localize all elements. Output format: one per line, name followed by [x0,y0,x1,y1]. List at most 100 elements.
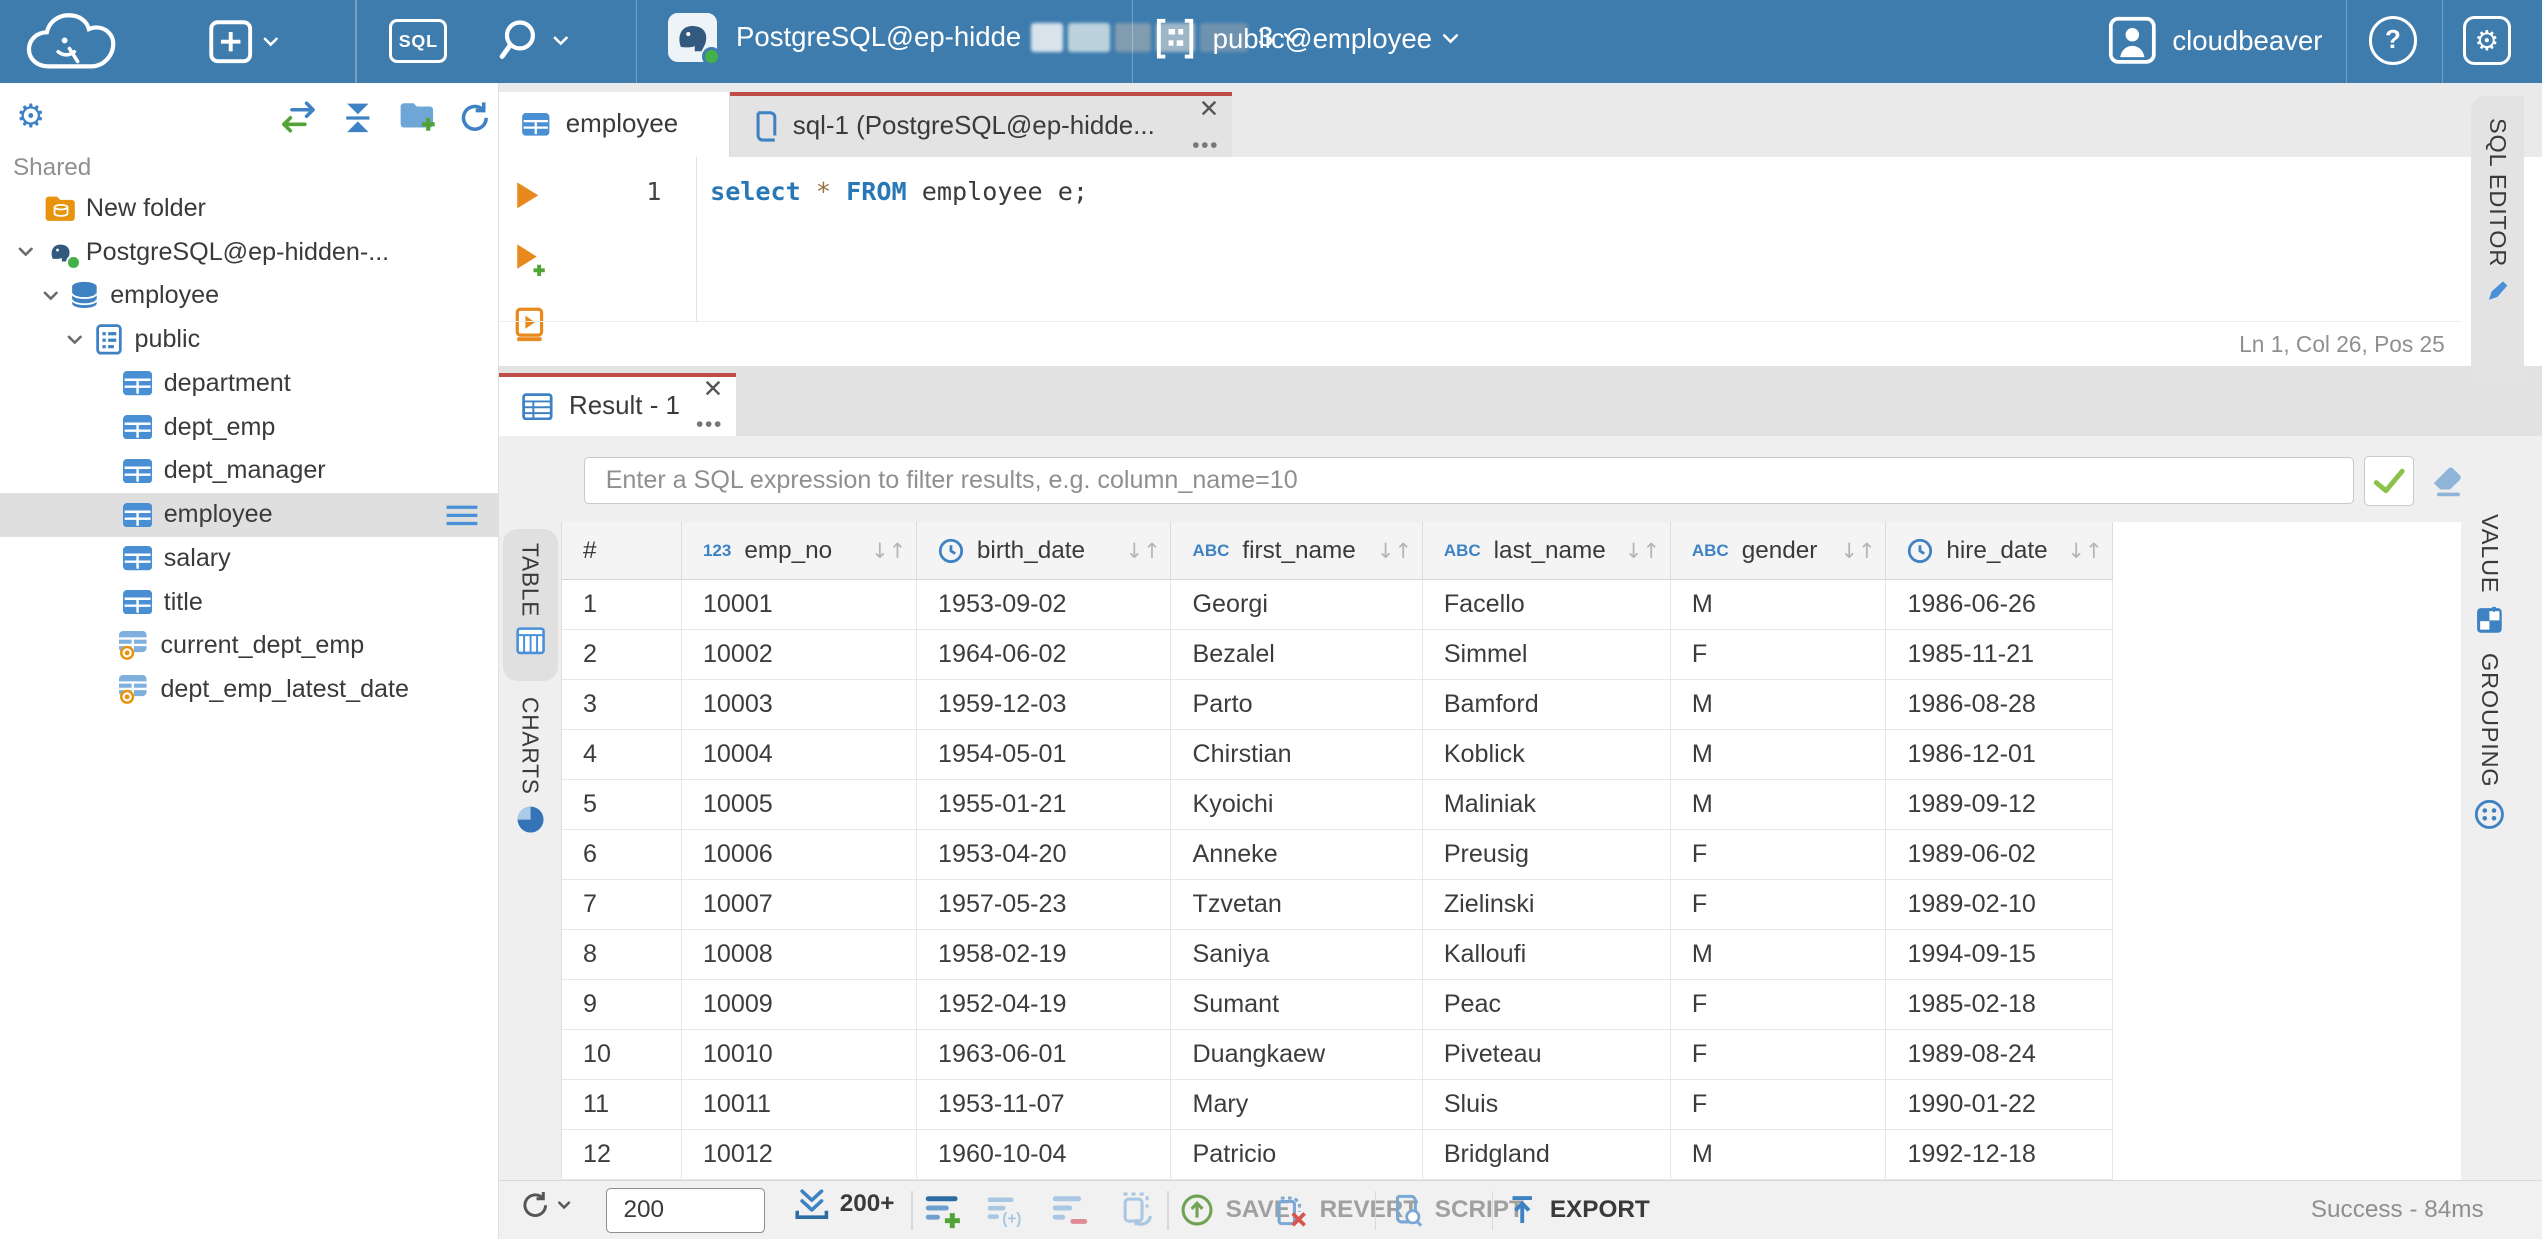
chevron-down-icon[interactable] [34,286,66,305]
tab-menu-dots[interactable]: ••• [696,414,723,435]
refresh-result-button[interactable] [519,1189,572,1221]
collapse-all-icon[interactable] [340,100,376,143]
data-cell[interactable]: 1989-09-12 [1886,780,2114,831]
table-row[interactable]: 3 10003 1959-12-03 Parto Bamford M 1986-08-28 [561,680,2461,731]
table-row[interactable]: 6 10006 1953-04-20 Anneke Preusig F 1989-06-02 [561,830,2461,881]
data-cell[interactable]: 1959-12-03 [916,680,1172,731]
add-row-button[interactable] [924,1191,963,1230]
chevron-down-icon[interactable] [58,330,90,349]
column-header-hire-date[interactable]: hire_date ↓↑ [1886,522,2114,581]
data-cell[interactable]: 10012 [681,1130,917,1180]
tree-item-schema[interactable]: public [0,318,498,362]
column-header-emp-no[interactable]: 123 emp_no ↓↑ [681,522,917,581]
data-cell[interactable]: Mary [1171,1080,1423,1131]
sort-icon[interactable]: ↓↑ [871,538,906,563]
data-cell[interactable]: Parto [1171,680,1423,731]
search-connections-button[interactable] [494,16,570,65]
execute-query-button[interactable] [514,180,542,218]
data-cell[interactable]: 10001 [681,580,917,631]
execute-new-tab-button[interactable] [514,242,550,286]
data-cell[interactable]: 1989-02-10 [1886,880,2114,931]
table-row[interactable]: 11 10011 1953-11-07 Mary Sluis F 1990-01-22 [561,1080,2461,1131]
data-cell[interactable]: 1989-08-24 [1886,1030,2114,1081]
data-cell[interactable]: 1986-06-26 [1886,580,2114,631]
tab-table-presentation[interactable]: TABLE [502,528,558,681]
data-cell[interactable]: 1953-11-07 [916,1080,1172,1131]
data-cell[interactable]: 1989-06-02 [1886,830,2114,881]
data-cell[interactable]: Zielinski [1422,880,1671,931]
tab-value-panel[interactable]: VALUE [2474,514,2505,643]
schema-selector[interactable]: public@employee [1154,16,1461,61]
data-cell[interactable]: 10008 [681,930,917,981]
data-cell[interactable]: 10009 [681,980,917,1031]
tab-sql-editor-vertical[interactable]: SQL EDITOR [2470,95,2525,385]
data-cell[interactable]: 10003 [681,680,917,731]
tab-charts-presentation[interactable]: CHARTS [503,694,558,850]
column-header-gender[interactable]: ABC gender ↓↑ [1670,522,1887,581]
sort-icon[interactable]: ↓↑ [2067,538,2102,563]
data-cell[interactable]: F [1670,880,1887,931]
data-cell[interactable]: 10006 [681,830,917,881]
table-row[interactable]: 12 10012 1960-10-04 Patricio Bridgland M 1992-… [561,1130,2461,1180]
data-cell[interactable]: Kyoichi [1171,780,1423,831]
data-cell[interactable]: 1985-02-18 [1886,980,2114,1031]
data-cell[interactable]: 10007 [681,880,917,931]
user-menu[interactable]: cloudbeaver [2108,16,2322,65]
table-row[interactable]: 9 10009 1952-04-19 Sumant Peac F 1985-02-18 [561,980,2461,1031]
data-cell[interactable]: Chirstian [1171,730,1423,781]
data-cell[interactable]: Koblick [1422,730,1671,781]
data-cell[interactable]: Saniya [1171,930,1423,981]
data-cell[interactable]: 1963-06-01 [916,1030,1172,1081]
table-row[interactable]: 10 10010 1963-06-01 Duangkaew Piveteau F 1989-… [561,1030,2461,1081]
data-cell[interactable]: M [1670,680,1887,731]
data-cell[interactable]: Facello [1422,580,1671,631]
sort-icon[interactable]: ↓↑ [1840,538,1875,563]
data-cell[interactable]: Piveteau [1422,1030,1671,1081]
data-cell[interactable]: 1953-04-20 [916,830,1172,881]
column-header-first-name[interactable]: ABC first_name ↓↑ [1171,522,1423,581]
data-cell[interactable]: 1953-09-02 [916,580,1172,631]
tree-item-table[interactable]: department [0,361,498,405]
close-icon[interactable]: ✕ [703,378,723,402]
data-cell[interactable]: F [1670,630,1887,681]
tab-sql-1[interactable]: sql-1 (PostgreSQL@ep-hidde... ✕ ••• [729,92,1233,158]
close-icon[interactable]: ✕ [1199,97,1219,122]
data-cell[interactable]: 1958-02-19 [916,930,1172,981]
duplicate-row-button[interactable]: (+) [986,1191,1028,1230]
data-cell[interactable]: Maliniak [1422,780,1671,831]
row-limit-input[interactable] [606,1187,766,1234]
tree-item-table[interactable]: salary [0,537,498,581]
table-row[interactable]: 1 10001 1953-09-02 Georgi Facello M 1986-06-26 [561,580,2461,631]
table-row[interactable]: 2 10002 1964-06-02 Bezalel Simmel F 1985-11-21 [561,630,2461,681]
data-cell[interactable]: 10004 [681,730,917,781]
sort-icon[interactable]: ↓↑ [1377,538,1412,563]
data-cell[interactable]: Patricio [1171,1130,1423,1180]
data-cell[interactable]: F [1670,1080,1887,1131]
data-cell[interactable]: 10011 [681,1080,917,1131]
column-header-birth-date[interactable]: birth_date ↓↑ [916,522,1172,581]
column-header-last-name[interactable]: ABC last_name ↓↑ [1422,522,1671,581]
data-cell[interactable]: 10005 [681,780,917,831]
table-row[interactable]: 5 10005 1955-01-21 Kyoichi Maliniak M 1989-09-… [561,780,2461,831]
data-cell[interactable]: F [1670,1030,1887,1081]
data-cell[interactable]: 10010 [681,1030,917,1081]
data-cell[interactable]: M [1670,930,1887,981]
export-button[interactable]: EXPORT [1506,1193,1650,1227]
tree-item-new-folder[interactable]: New folder [0,186,498,230]
script-button[interactable]: SCRIPT [1389,1193,1524,1227]
data-cell[interactable]: Duangkaew [1171,1030,1423,1081]
sidebar-settings-gear-icon[interactable]: ⚙ [16,97,45,135]
tree-item-table-selected[interactable]: employee [0,492,499,537]
tree-item-table[interactable]: title [0,580,498,624]
data-cell[interactable]: 1990-01-22 [1886,1080,2114,1131]
data-cell[interactable]: F [1670,980,1887,1031]
sort-icon[interactable]: ↓↑ [1125,538,1160,563]
sql-code-line[interactable]: select * FROM employee e; [710,173,1088,212]
tab-menu-dots[interactable]: ••• [1192,135,1219,156]
data-cell[interactable]: 1992-12-18 [1886,1130,2114,1180]
refresh-tree-icon[interactable] [457,100,493,143]
table-row[interactable]: 4 10004 1954-05-01 Chirstian Koblick M 1986-12… [561,730,2461,781]
data-cell[interactable]: F [1670,830,1887,881]
data-cell[interactable]: M [1670,730,1887,781]
data-cell[interactable]: Sluis [1422,1080,1671,1131]
